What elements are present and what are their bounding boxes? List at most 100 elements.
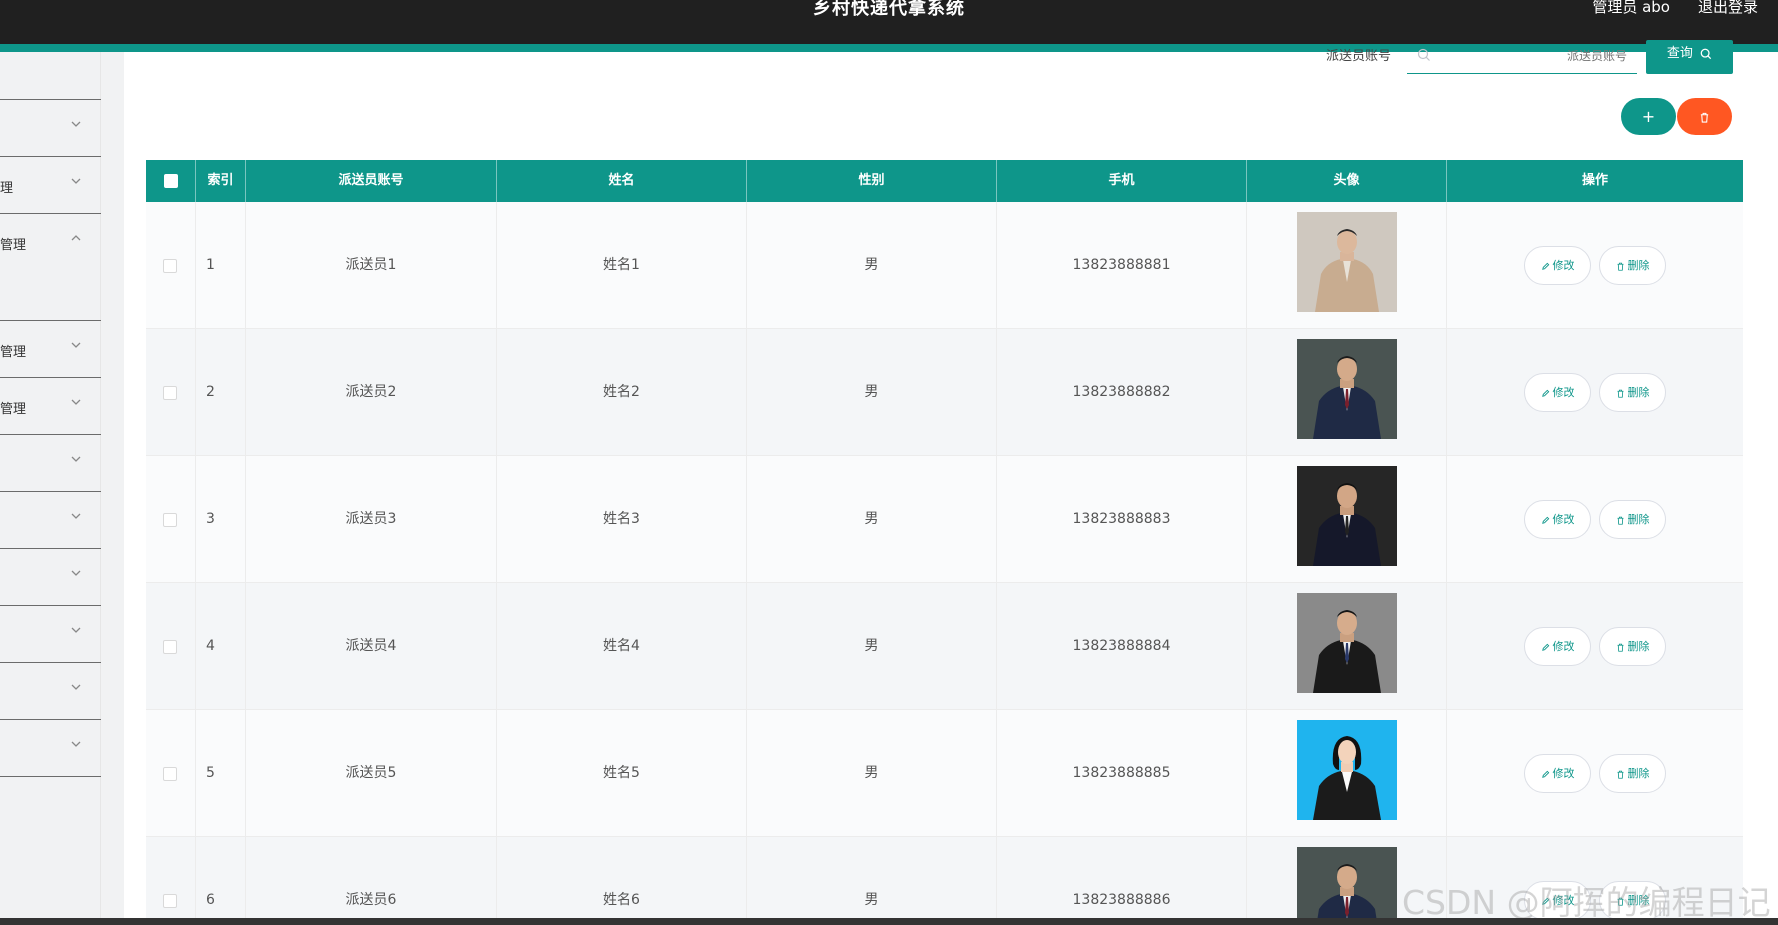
sidebar-item-8[interactable] — [0, 492, 101, 549]
edit-button[interactable]: 修改 — [1524, 500, 1591, 539]
row-checkbox[interactable] — [163, 767, 177, 781]
trash-icon — [1617, 897, 1623, 906]
row-gender: 男 — [747, 456, 997, 583]
row-index: 4 — [196, 583, 246, 710]
edit-button[interactable]: 修改 — [1524, 754, 1591, 793]
row-actions-cell: 修改 删除 — [1447, 329, 1743, 456]
sidebar-item-12[interactable] — [0, 720, 101, 777]
avatar — [1297, 847, 1397, 919]
header-actions: 操作 — [1581, 173, 1608, 188]
search-input[interactable] — [1437, 46, 1627, 66]
row-phone: 13823888881 — [997, 202, 1247, 329]
edit-button-label: 修改 — [1552, 767, 1575, 780]
sidebar-item-label: 管理 — [0, 238, 27, 253]
row-checkbox[interactable] — [163, 640, 177, 654]
row-select-cell — [146, 837, 196, 919]
add-button[interactable]: + — [1621, 98, 1676, 135]
row-index: 1 — [196, 202, 246, 329]
sidebar-item-4[interactable]: 管理 — [0, 214, 101, 321]
chevron-down-icon — [71, 342, 81, 348]
row-gender: 男 — [747, 202, 997, 329]
sidebar-item-10[interactable] — [0, 606, 101, 663]
row-checkbox[interactable] — [163, 386, 177, 400]
row-checkbox[interactable] — [163, 259, 177, 273]
sidebar-item-9[interactable] — [0, 549, 101, 606]
row-gender: 男 — [747, 329, 997, 456]
sidebar-item-11[interactable] — [0, 663, 101, 720]
chevron-down-icon — [71, 456, 81, 462]
trash-icon — [1617, 389, 1623, 398]
delete-button-label: 删除 — [1627, 640, 1650, 653]
current-user-label: 管理员 abo — [1592, 0, 1670, 16]
row-actions-cell: 修改 删除 — [1447, 202, 1743, 329]
search-button[interactable]: 查询 — [1646, 40, 1733, 74]
row-account: 派送员4 — [246, 583, 497, 710]
chevron-down-icon — [71, 684, 81, 690]
search-field[interactable] — [1407, 46, 1637, 74]
delete-button[interactable]: 删除 — [1599, 627, 1666, 666]
row-select-cell — [146, 456, 196, 583]
batch-delete-button[interactable] — [1677, 98, 1732, 135]
row-select-cell — [146, 583, 196, 710]
row-select-cell — [146, 202, 196, 329]
row-phone: 13823888884 — [997, 583, 1247, 710]
sidebar-item-2[interactable] — [0, 100, 101, 157]
row-gender: 男 — [747, 583, 997, 710]
row-index: 2 — [196, 329, 246, 456]
row-name: 姓名3 — [497, 456, 747, 583]
delete-button-label: 删除 — [1627, 259, 1650, 272]
row-account: 派送员1 — [246, 202, 497, 329]
delete-button[interactable]: 删除 — [1599, 373, 1666, 412]
row-account: 派送员5 — [246, 710, 497, 837]
row-avatar-cell — [1247, 710, 1447, 837]
edit-icon — [1541, 643, 1549, 651]
select-all-checkbox[interactable] — [164, 174, 178, 188]
delete-button[interactable]: 删除 — [1599, 500, 1666, 539]
row-avatar-cell — [1247, 456, 1447, 583]
avatar — [1297, 339, 1397, 439]
row-index: 6 — [196, 837, 246, 919]
sidebar-item-7[interactable] — [0, 435, 101, 492]
table-row: 1 派送员1 姓名1 男 13823888881 修改 删除 — [146, 202, 1743, 329]
row-name: 姓名5 — [497, 710, 747, 837]
row-account: 派送员3 — [246, 456, 497, 583]
table-header: 索引 派送员账号 姓名 性别 手机 头像 操作 — [146, 160, 1743, 202]
edit-button-label: 修改 — [1552, 259, 1575, 272]
header-index: 索引 — [196, 160, 246, 202]
edit-button[interactable]: 修改 — [1524, 246, 1591, 285]
row-avatar-cell — [1247, 583, 1447, 710]
trash-icon — [1617, 643, 1623, 652]
header-avatar: 头像 — [1247, 160, 1447, 202]
sidebar-item-6[interactable]: 管理 — [0, 378, 101, 435]
edit-button[interactable]: 修改 — [1524, 881, 1591, 919]
delete-button-label: 删除 — [1627, 767, 1650, 780]
app-title: 乡村快递代拿系统 — [813, 0, 965, 19]
row-checkbox[interactable] — [163, 894, 177, 908]
row-name: 姓名1 — [497, 202, 747, 329]
sidebar-item-3[interactable]: 理 — [0, 157, 101, 214]
chevron-down-icon — [71, 570, 81, 576]
row-name: 姓名2 — [497, 329, 747, 456]
logout-link[interactable]: 退出登录 — [1698, 0, 1758, 17]
sidebar-item-1[interactable] — [0, 52, 101, 100]
row-avatar-cell — [1247, 329, 1447, 456]
window-bottom-edge — [0, 918, 1778, 925]
search-icon — [1417, 48, 1430, 61]
row-phone: 13823888883 — [997, 456, 1247, 583]
chevron-down-icon — [71, 399, 81, 405]
delete-button[interactable]: 删除 — [1599, 881, 1666, 919]
sidebar-item-label: 理 — [0, 181, 14, 196]
row-gender: 男 — [747, 837, 997, 919]
delete-button[interactable]: 删除 — [1599, 246, 1666, 285]
sidebar-item-5[interactable]: 管理 — [0, 321, 101, 378]
edit-button[interactable]: 修改 — [1524, 373, 1591, 412]
delete-button[interactable]: 删除 — [1599, 754, 1666, 793]
edit-icon — [1541, 389, 1549, 397]
search-icon — [1700, 48, 1712, 59]
row-avatar-cell — [1247, 202, 1447, 329]
header-gender: 性别 — [747, 160, 997, 202]
edit-button[interactable]: 修改 — [1524, 627, 1591, 666]
edit-icon — [1541, 262, 1549, 270]
row-checkbox[interactable] — [163, 513, 177, 527]
row-phone: 13823888886 — [997, 837, 1247, 919]
